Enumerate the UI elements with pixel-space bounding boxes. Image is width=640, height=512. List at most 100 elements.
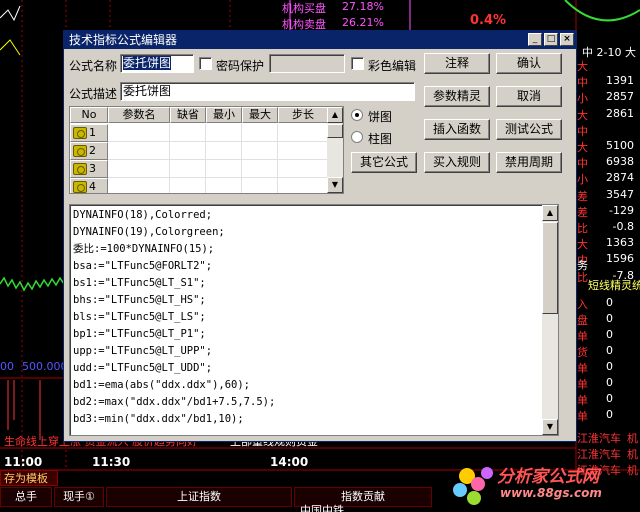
scroll-up-icon[interactable]: ▲ (542, 205, 558, 221)
right-panel-row-value: 3547 (606, 187, 634, 201)
scroll-thumb[interactable] (327, 124, 343, 138)
stock-name[interactable]: 江淮汽车 (577, 446, 621, 462)
code-line[interactable]: bd1:=ema(abs("ddx.ddx"),60); (73, 378, 250, 393)
param-row-icon (73, 181, 87, 193)
password-input[interactable] (269, 54, 345, 73)
formula-name-input[interactable]: 委托饼图 (120, 54, 194, 73)
right-panel-row-value: 6938 (606, 155, 634, 169)
scroll-thumb[interactable] (542, 222, 558, 314)
right-panel-row-value: 2874 (606, 171, 634, 185)
table-row[interactable]: 4 (70, 178, 328, 193)
scroll-down-icon[interactable]: ▼ (327, 177, 343, 193)
col-step[interactable]: 步长 (278, 107, 328, 123)
col-max[interactable]: 最大 (242, 107, 278, 123)
grid-header-current[interactable]: 现手① (54, 487, 104, 507)
table-row[interactable]: 3 (70, 160, 328, 178)
right-list-count: 0 (606, 328, 613, 341)
scroll-up-icon[interactable]: ▲ (327, 107, 343, 123)
table-row[interactable]: 1 (70, 124, 328, 142)
param-wizard-button[interactable]: 参数精灵 (424, 86, 490, 107)
stock-name[interactable]: 江淮汽车 (577, 430, 621, 446)
buy-rule-button[interactable]: 买入规则 (424, 152, 490, 173)
insert-function-button[interactable]: 插入函数 (424, 119, 490, 140)
screen: 机构买盘 27.18% 机构卖盘 26.21% 0.4% 中 2-10 大 大中… (0, 0, 640, 512)
minimize-icon[interactable]: _ (528, 33, 542, 46)
right-list-count: 0 (606, 408, 613, 421)
close-icon[interactable]: × (560, 33, 574, 46)
formula-desc-input[interactable]: 委托饼图 (120, 82, 415, 101)
market-value-2: 26.21% (342, 16, 384, 29)
market-label-1: 机构买盘 (282, 2, 326, 15)
code-line[interactable]: 委比:=100*DYNAINFO(15); (73, 242, 214, 257)
code-line[interactable]: bd2:=max("ddx.ddx"/bd1+7.5,7.5); (73, 395, 275, 410)
param-table-scrollbar[interactable]: ▲ ▼ (327, 107, 343, 193)
right-panel-row-label: 差 (577, 205, 588, 219)
scroll-down-icon[interactable]: ▼ (542, 419, 558, 435)
right-list-item: 单 (577, 378, 588, 391)
color-edit-label: 彩色编辑 (368, 59, 417, 73)
code-line[interactable]: udd:="LTFunc5@LT_UDD"; (73, 361, 212, 376)
watermark-title: 分析家公式网 (497, 467, 599, 487)
password-label: 密码保护 (216, 59, 265, 73)
right-list-item: 盘 (577, 314, 588, 327)
param-row-icon (73, 163, 87, 175)
col-default[interactable]: 缺省 (170, 107, 206, 123)
ok-button[interactable]: 确认 (496, 53, 562, 74)
test-formula-button[interactable]: 测试公式 (496, 119, 562, 140)
right-list-count: 0 (606, 376, 613, 389)
code-line[interactable]: upp:="LTFunc5@LT_UPP"; (73, 344, 212, 359)
annotate-button[interactable]: 注释 (424, 53, 490, 74)
grid-header-index[interactable]: 上证指数 (106, 487, 292, 507)
code-editor[interactable]: DYNAINFO(18),Colorred; DYNAINFO(19),Color… (69, 204, 559, 436)
time-label-2: 11:30 (92, 455, 131, 469)
right-panel-row-value: 5100 (606, 139, 634, 152)
right-panel-row-value: -0.8 (612, 220, 634, 233)
password-checkbox[interactable] (199, 57, 212, 70)
code-line[interactable]: bd3:=min("ddx.ddx"/bd1,10); (73, 412, 244, 427)
right-list-count: 0 (606, 312, 613, 325)
editor-scrollbar[interactable]: ▲ ▼ (542, 205, 558, 435)
right-panel-row-value: 1596 (606, 252, 634, 266)
right-list-item: 单 (577, 410, 588, 423)
right-list-item: 货 (577, 346, 588, 359)
code-line[interactable]: bsa:="LTFunc5@FORLT2"; (73, 259, 212, 274)
right-list-count: 0 (606, 344, 613, 357)
right-subtitle: 短线精灵统计 (588, 279, 640, 292)
code-line[interactable]: DYNAINFO(19),Colorgreen; (73, 225, 225, 240)
bar-chart-radio[interactable] (351, 131, 363, 143)
grid-header-total[interactable]: 总手 (0, 487, 52, 507)
other-formula-button[interactable]: 其它公式 (351, 152, 417, 173)
right-list-item: 单 (577, 394, 588, 407)
market-value-1: 27.18% (342, 0, 384, 13)
right-panel-row-label: 比 (577, 222, 588, 235)
maximize-icon[interactable]: □ (544, 33, 558, 46)
right-panel-row-label: 小 (577, 173, 588, 187)
stock-suffix: 机 (627, 448, 638, 461)
col-no[interactable]: No (70, 107, 108, 123)
col-param-name[interactable]: 参数名 (108, 107, 170, 123)
row-number: 4 (89, 180, 96, 193)
cancel-button[interactable]: 取消 (496, 86, 562, 107)
code-line[interactable]: DYNAINFO(18),Colorred; (73, 208, 212, 223)
right-panel-row-label: 大 (577, 60, 588, 73)
stock-suffix: 机 (627, 432, 638, 445)
table-row[interactable]: 2 (70, 142, 328, 160)
param-row-icon (73, 127, 87, 139)
formula-name-label: 公式名称 (69, 59, 118, 73)
pie-chart-radio[interactable] (351, 109, 363, 121)
save-template-tab[interactable]: 存为模板 (0, 470, 58, 486)
code-line[interactable]: bls:="LTFunc5@LT_LS"; (73, 310, 206, 325)
disable-period-button[interactable]: 禁用周期 (496, 152, 562, 173)
watermark-url: www.88gs.com (500, 486, 602, 500)
code-line[interactable]: bs1:="LTFunc5@LT_S1"; (73, 276, 206, 291)
right-list-item: 单 (577, 330, 588, 343)
color-edit-checkbox[interactable] (351, 57, 364, 70)
code-line[interactable]: bhs:="LTFunc5@LT_HS"; (73, 293, 206, 308)
right-list-count: 0 (606, 360, 613, 373)
param-table[interactable]: No 参数名 缺省 最小 最大 步长 1 2 3 4 ▲ ▼ (69, 106, 344, 194)
row-number: 3 (89, 162, 96, 175)
dialog-titlebar[interactable]: 技术指标公式编辑器 _ □ × (64, 31, 576, 49)
time-label-1: 11:00 (4, 455, 43, 469)
col-min[interactable]: 最小 (206, 107, 242, 123)
code-line[interactable]: bp1:="LTFunc5@LT_P1"; (73, 327, 206, 342)
